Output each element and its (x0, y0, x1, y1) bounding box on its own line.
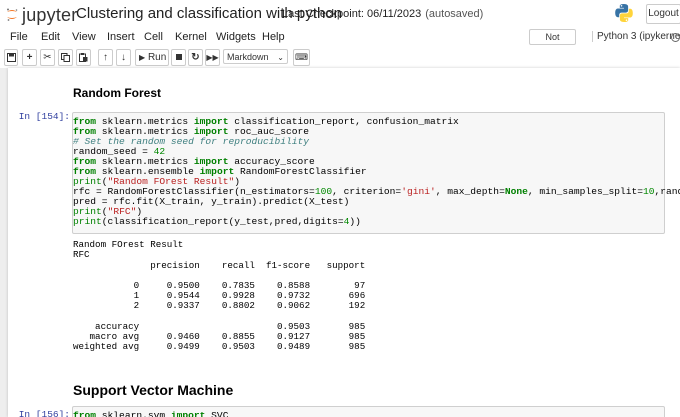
cell-type-value: Markdown (227, 52, 269, 62)
code-token: print (73, 216, 102, 227)
output-line: precision recall f1-score support (73, 260, 366, 271)
menu-edit[interactable]: Edit (41, 31, 60, 43)
menu-bar: File Edit View Insert Cell Kernel Widget… (0, 28, 680, 56)
menu-widgets[interactable]: Widgets (216, 31, 256, 43)
output-line: 2 0.9337 0.8802 0.9062 192 (73, 300, 366, 311)
notebook-page: Random Forest In [154]: from sklearn.met… (8, 68, 680, 417)
jupyter-logo[interactable]: jupyter (4, 4, 77, 25)
insert-cell-button[interactable]: + (22, 49, 37, 66)
arrow-up-icon: ↑ (103, 52, 108, 63)
logout-button[interactable]: Logout (646, 4, 680, 24)
run-label: Run (147, 52, 167, 63)
run-button[interactable]: ▶ Run (135, 49, 169, 66)
restart-run-all-button[interactable]: ▶▶ (205, 49, 220, 66)
chevron-down-icon: ⌄ (277, 53, 284, 62)
save-icon (6, 53, 16, 62)
menu-insert[interactable]: Insert (107, 31, 135, 43)
paste-icon (79, 53, 88, 62)
code-line: print(classification_report(y_test,pred,… (73, 216, 361, 227)
arrow-down-icon: ↓ (121, 52, 126, 63)
copy-button[interactable] (58, 49, 73, 66)
svm-heading: Support Vector Machine (73, 382, 234, 398)
play-icon: ▶ (139, 53, 146, 62)
paste-button[interactable] (76, 49, 91, 66)
autosaved-text: (autosaved) (425, 8, 484, 20)
python-logo-icon (615, 4, 633, 22)
restart-icon: ↻ (191, 52, 200, 63)
notebook-area: Random Forest In [154]: from sklearn.met… (0, 68, 680, 417)
scissors-icon: ✂ (43, 52, 52, 63)
menu-view[interactable]: View (72, 31, 96, 43)
jupyter-logo-text: jupyter (22, 5, 78, 25)
random-forest-heading: Random Forest (73, 86, 162, 100)
code-token: import (170, 410, 206, 417)
header-bar: jupyter Clustering and classification wi… (0, 0, 680, 28)
fast-forward-icon: ▶▶ (206, 53, 219, 62)
move-up-button[interactable]: ↑ (98, 49, 113, 66)
code-cell-random-forest[interactable]: from sklearn.metrics import classificati… (72, 112, 680, 234)
command-palette-button[interactable]: ⌨ (293, 49, 310, 66)
stop-icon (175, 54, 182, 60)
output-line: RFC (73, 249, 90, 260)
copy-icon (61, 53, 70, 62)
code-token: 4 (343, 216, 350, 227)
checkpoint-text: Last Checkpoint: 06/11/2023 (282, 8, 422, 20)
menu-help[interactable]: Help (262, 31, 285, 43)
code-cell-svm[interactable]: from sklearn.svm import SVC (72, 406, 665, 417)
menu-file[interactable]: File (10, 31, 28, 43)
menu-cell[interactable]: Cell (144, 31, 163, 43)
toolbar: + ✂ ↑ ↓ ▶ Run ↻ ▶▶ Markdown ⌄ ⌨ (0, 46, 680, 69)
cell-type-select[interactable]: Markdown ⌄ (223, 49, 288, 64)
code-token: from (73, 410, 97, 417)
cell-prompt: In [156]: (18, 409, 70, 417)
cut-button[interactable]: ✂ (40, 49, 55, 66)
code-token: 'gini' (401, 186, 436, 197)
cell-prompt: In [154]: (18, 111, 70, 122)
restart-button[interactable]: ↻ (188, 49, 203, 66)
jupyter-orbit-icon (7, 8, 18, 21)
output-line: weighted avg 0.9499 0.9503 0.9489 985 (73, 341, 366, 352)
kernel-name[interactable]: Python 3 (ipykernel) (592, 31, 680, 42)
code-line: from sklearn.svm import SVC (73, 410, 228, 417)
checkpoint-status: Last Checkpoint: 06/11/2023 (autosaved) (282, 8, 483, 20)
keyboard-icon: ⌨ (295, 52, 308, 62)
code-token: 10 (643, 186, 655, 197)
not-trusted-button[interactable]: Not Trusted (529, 29, 576, 56)
interrupt-button[interactable] (171, 49, 186, 66)
plus-icon: + (26, 52, 33, 63)
kernel-status-icon (671, 33, 680, 42)
code-token: None (504, 186, 528, 197)
move-down-button[interactable]: ↓ (116, 49, 131, 66)
menu-kernel[interactable]: Kernel (175, 31, 207, 43)
save-button[interactable] (4, 49, 18, 66)
